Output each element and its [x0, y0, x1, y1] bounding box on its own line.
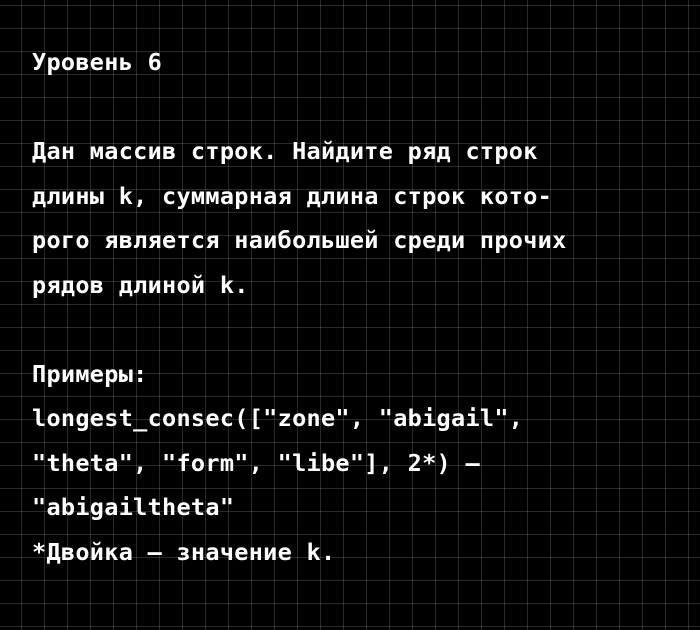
level-title: Уровень 6 [32, 48, 163, 76]
task-card: Уровень 6 Дан массив строк. Найдите ряд … [32, 40, 694, 574]
grid-background: Уровень 6 Дан массив строк. Найдите ряд … [0, 0, 700, 630]
task-line: рядов длиной k. [32, 270, 249, 299]
examples-heading: Примеры: [32, 359, 148, 388]
example-code-line: "theta", "form", "libe"], 2*) — [32, 448, 480, 477]
example-footnote: *Двойка — значение k. [32, 537, 336, 566]
task-line: Дан массив строк. Найдите ряд строк [32, 137, 538, 165]
task-line: рого является наибольшей среди прочих [32, 226, 567, 254]
example-code-line: longest_consec(["zone", "abigail", [32, 404, 524, 432]
example-result-line: "abigailtheta" [32, 493, 235, 521]
task-line: длины k, суммарная длина строк кото- [32, 181, 553, 210]
